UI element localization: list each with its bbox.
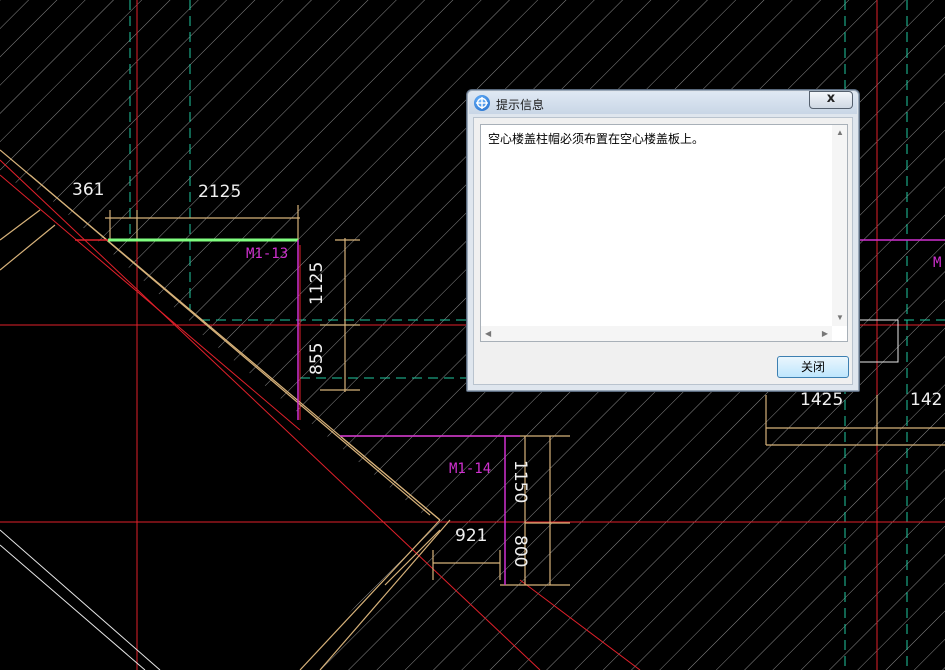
dialog-titlebar[interactable]: 提示信息 x: [469, 91, 857, 114]
horizontal-scrollbar[interactable]: ◀ ▶: [481, 326, 832, 341]
dim-142: 142: [910, 390, 942, 410]
scroll-right-icon[interactable]: ▶: [822, 330, 828, 338]
door-tag-m1-13: M1-13: [246, 246, 288, 262]
scroll-up-icon[interactable]: ▲: [836, 129, 844, 137]
dim-1150: 1150: [510, 460, 530, 503]
dim-1125: 1125: [307, 262, 327, 305]
close-icon: x: [826, 91, 836, 106]
dim-1425: 1425: [800, 390, 843, 410]
dim-855: 855: [307, 343, 327, 375]
prompt-dialog: 提示信息 x 空心楼盖柱帽必须布置在空心楼盖板上。 ▲ ▼ ◀ ▶ 关闭: [466, 89, 860, 392]
door-tag-m1-14: M1-14: [449, 461, 491, 477]
scroll-down-icon[interactable]: ▼: [836, 314, 844, 322]
door-tag-partial: M: [933, 255, 941, 271]
dialog-title: 提示信息: [496, 98, 545, 112]
app-logo-icon: [474, 95, 490, 111]
vertical-scrollbar[interactable]: ▲ ▼: [832, 125, 847, 326]
dialog-body: 空心楼盖柱帽必须布置在空心楼盖板上。 ▲ ▼ ◀ ▶ 关闭: [473, 117, 853, 385]
scroll-left-icon[interactable]: ◀: [485, 330, 491, 338]
close-button[interactable]: 关闭: [777, 356, 849, 378]
message-textarea[interactable]: 空心楼盖柱帽必须布置在空心楼盖板上。 ▲ ▼ ◀ ▶: [480, 124, 848, 342]
message-text: 空心楼盖柱帽必须布置在空心楼盖板上。: [488, 132, 705, 146]
dim-800: 800: [510, 535, 530, 567]
titlebar-close-button[interactable]: x: [809, 91, 853, 109]
dim-2125: 2125: [198, 182, 241, 202]
dim-921: 921: [455, 526, 487, 546]
dim-361: 361: [72, 180, 104, 200]
